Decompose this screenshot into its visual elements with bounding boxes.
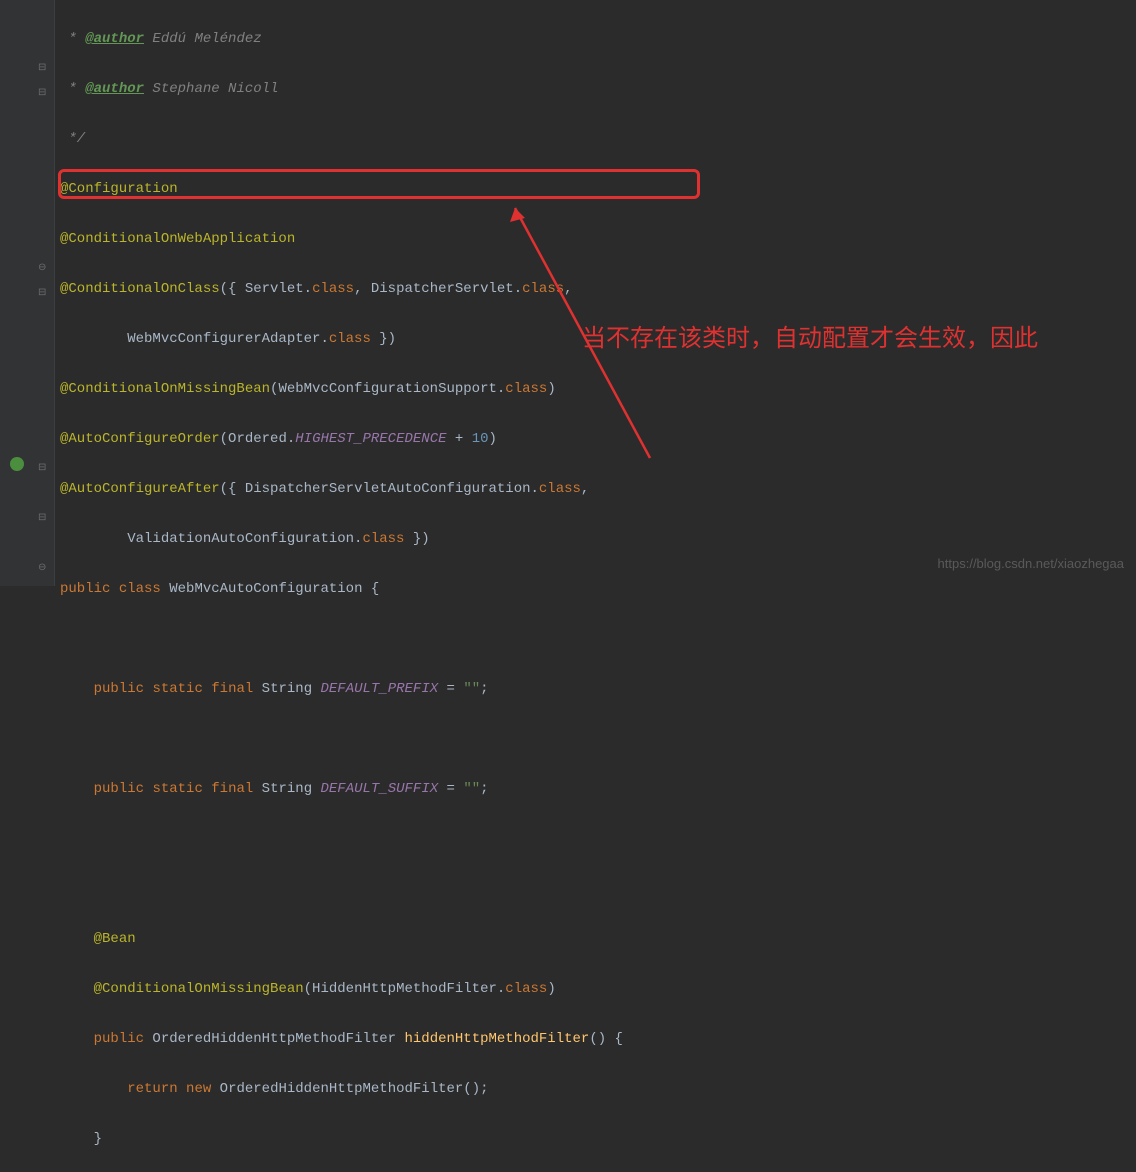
code-line: [60, 727, 1136, 752]
code-line: public static final String DEFAULT_PREFI…: [60, 677, 1136, 702]
fold-icon[interactable]: ⊖: [38, 556, 46, 581]
fold-icon[interactable]: ⊟: [38, 56, 46, 81]
code-line: public OrderedHiddenHttpMethodFilter hid…: [60, 1027, 1136, 1052]
code-line: @ConditionalOnMissingBean(HiddenHttpMeth…: [60, 977, 1136, 1002]
code-line: [60, 877, 1136, 902]
code-line: @Configuration: [60, 177, 1136, 202]
code-line: @ConditionalOnClass({ Servlet.class, Dis…: [60, 277, 1136, 302]
fold-icon[interactable]: ⊟: [38, 456, 46, 481]
code-line: public static final String DEFAULT_SUFFI…: [60, 777, 1136, 802]
code-line: @ConditionalOnMissingBean(WebMvcConfigur…: [60, 377, 1136, 402]
code-line: */: [60, 127, 1136, 152]
code-line: @AutoConfigureOrder(Ordered.HIGHEST_PREC…: [60, 427, 1136, 452]
gutter: ⊟ ⊟ ⊖ ⊟ ⊟ ⊟ ⊖: [0, 0, 55, 586]
fold-icon[interactable]: ⊖: [38, 256, 46, 281]
fold-icon[interactable]: ⊟: [38, 506, 46, 531]
code-line: public class WebMvcAutoConfiguration {: [60, 577, 1136, 602]
code-editor[interactable]: * @author Eddú Meléndez * @author Stepha…: [60, 0, 1136, 1172]
code-line: [60, 627, 1136, 652]
code-line: WebMvcConfigurerAdapter.class }): [60, 327, 1136, 352]
code-line: * @author Stephane Nicoll: [60, 77, 1136, 102]
code-line: [60, 827, 1136, 852]
code-line: ValidationAutoConfiguration.class }): [60, 527, 1136, 552]
code-line: @Bean: [60, 927, 1136, 952]
fold-icon[interactable]: ⊟: [38, 281, 46, 306]
fold-icon[interactable]: ⊟: [38, 81, 46, 106]
code-line: return new OrderedHiddenHttpMethodFilter…: [60, 1077, 1136, 1102]
code-line: @AutoConfigureAfter({ DispatcherServletA…: [60, 477, 1136, 502]
watermark: https://blog.csdn.net/xiaozhegaa: [938, 551, 1124, 576]
gutter-marker-icon[interactable]: [10, 457, 24, 471]
code-line: * @author Eddú Meléndez: [60, 27, 1136, 52]
code-line: }: [60, 1127, 1136, 1152]
code-line: @ConditionalOnWebApplication: [60, 227, 1136, 252]
